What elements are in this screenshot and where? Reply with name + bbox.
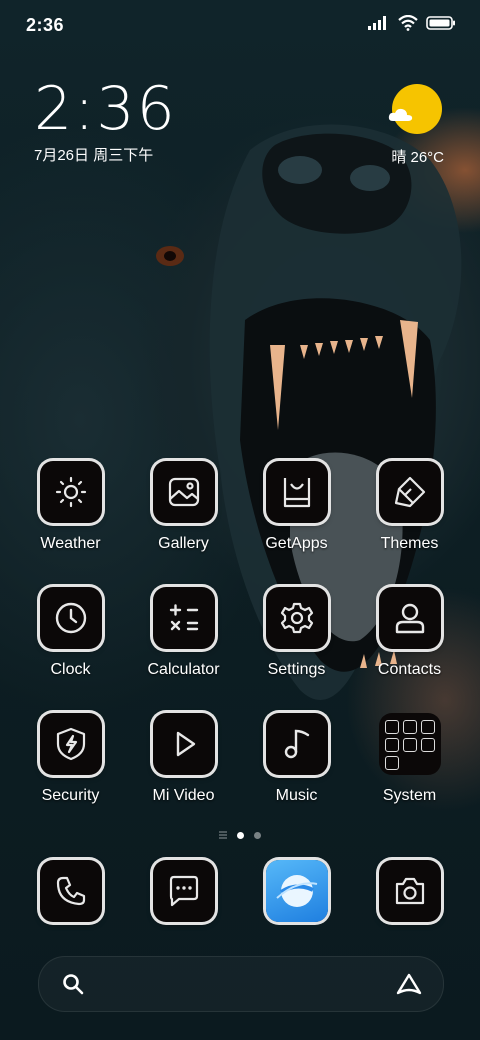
status-time: 2:36: [26, 15, 65, 35]
app-security[interactable]: Security: [14, 713, 127, 805]
app-clock[interactable]: Clock: [14, 587, 127, 679]
app-label: Contacts: [377, 661, 442, 678]
camera-icon: [378, 860, 441, 922]
assistant-icon[interactable]: [395, 972, 423, 996]
search-bar[interactable]: [38, 956, 444, 1012]
store-icon: [265, 461, 328, 523]
folder-app-icon: [420, 738, 435, 752]
app-system-folder[interactable]: System: [353, 713, 466, 805]
folder-icon: [378, 713, 441, 775]
folder-app-icon: [384, 720, 399, 734]
app-label: Weather: [40, 535, 101, 552]
app-label: Calculator: [147, 661, 220, 678]
app-weather[interactable]: Weather: [14, 461, 127, 553]
cloud-icon: [388, 108, 413, 121]
page-dot: [254, 831, 261, 839]
app-label: Gallery: [158, 535, 209, 552]
signal-icon: [368, 15, 390, 35]
app-calculator[interactable]: Calculator: [127, 587, 240, 679]
folder-app-icon: [420, 720, 435, 734]
weather-text: 晴 26°C: [391, 149, 444, 166]
calculator-icon: [152, 587, 215, 649]
app-label: Security: [41, 787, 100, 804]
phone-icon: [39, 860, 102, 922]
play-icon: [152, 713, 215, 775]
app-label: Settings: [267, 661, 326, 678]
gear-icon: [265, 587, 328, 649]
dock-browser[interactable]: [240, 860, 353, 922]
app-getapps[interactable]: GetApps: [240, 461, 353, 553]
app-label: Clock: [50, 661, 91, 678]
battery-icon: [426, 15, 456, 35]
browser-icon: [265, 860, 328, 922]
app-label: System: [382, 787, 437, 804]
wifi-icon: [398, 14, 418, 36]
shield-bolt-icon: [39, 713, 102, 775]
clock-widget[interactable]: 2:36 7月26日 周三下午: [34, 78, 177, 165]
app-label: GetApps: [265, 535, 328, 552]
clock-time: 2:36: [34, 74, 177, 144]
folder-app-icon: [384, 756, 399, 770]
clock-icon: [39, 587, 102, 649]
paint-bucket-icon: [378, 461, 441, 523]
clock-date: 7月26日 周三下午: [34, 147, 154, 164]
folder-app-icon: [402, 738, 417, 752]
dock-camera[interactable]: [353, 860, 466, 922]
app-settings[interactable]: Settings: [240, 587, 353, 679]
app-mi-video[interactable]: Mi Video: [127, 713, 240, 805]
person-icon: [378, 587, 441, 649]
music-note-icon: [265, 713, 328, 775]
list-icon: [219, 831, 227, 839]
status-icons: [368, 14, 456, 36]
message-icon: [152, 860, 215, 922]
app-music[interactable]: Music: [240, 713, 353, 805]
app-label: Music: [275, 787, 318, 804]
sun-icon: [39, 461, 102, 523]
page-dot-active: [237, 831, 244, 839]
folder-app-icon: [402, 720, 417, 734]
dock-messages[interactable]: [127, 860, 240, 922]
app-label: Mi Video: [152, 787, 215, 804]
app-label: Themes: [380, 535, 439, 552]
dock-phone[interactable]: [14, 860, 127, 922]
status-bar: 2:36: [0, 0, 480, 48]
image-icon: [152, 461, 215, 523]
app-contacts[interactable]: Contacts: [353, 587, 466, 679]
search-icon[interactable]: [61, 972, 85, 996]
page-indicator[interactable]: [0, 828, 480, 842]
app-gallery[interactable]: Gallery: [127, 461, 240, 553]
folder-app-icon: [384, 738, 399, 752]
app-themes[interactable]: Themes: [353, 461, 466, 553]
